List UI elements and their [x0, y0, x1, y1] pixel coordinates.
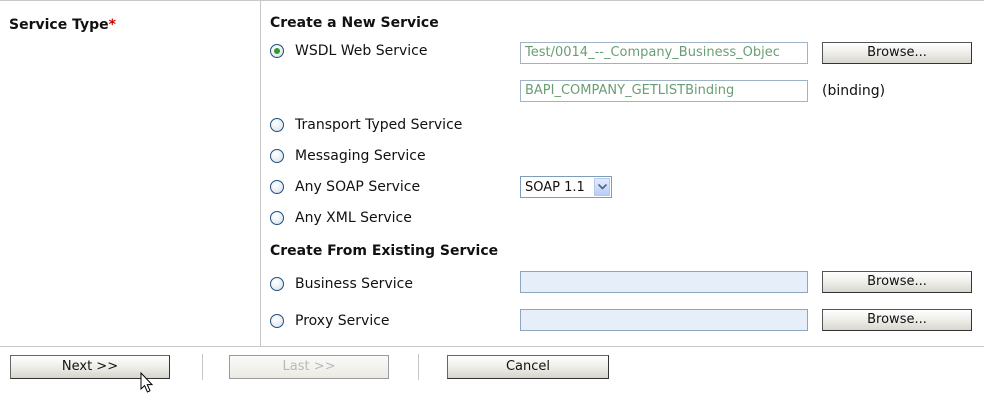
service-type-label: Service Type*: [9, 17, 116, 33]
messaging-service-radio[interactable]: [270, 149, 284, 163]
messaging-service-label: Messaging Service: [295, 148, 426, 164]
last-button[interactable]: Last >>: [229, 355, 389, 379]
proxy-service-field[interactable]: [520, 309, 808, 331]
any-soap-service-radio[interactable]: [270, 180, 284, 194]
wsdl-browse-button[interactable]: Browse...: [822, 42, 972, 64]
proxy-service-browse-button[interactable]: Browse...: [822, 309, 972, 331]
chevron-down-icon[interactable]: [594, 178, 610, 196]
any-xml-service-option[interactable]: Any XML Service: [270, 208, 412, 228]
transport-typed-service-label: Transport Typed Service: [295, 117, 463, 133]
business-service-option[interactable]: Business Service: [270, 274, 413, 294]
proxy-service-radio[interactable]: [270, 314, 284, 328]
wsdl-web-service-label: WSDL Web Service: [295, 43, 428, 59]
any-soap-service-label: Any SOAP Service: [295, 179, 421, 195]
business-service-field[interactable]: [520, 271, 808, 293]
business-service-label: Business Service: [295, 276, 413, 292]
any-soap-service-option[interactable]: Any SOAP Service: [270, 177, 420, 197]
proxy-service-label: Proxy Service: [295, 313, 390, 329]
create-new-service-heading: Create a New Service: [270, 15, 439, 31]
business-service-radio[interactable]: [270, 277, 284, 291]
wsdl-web-service-option[interactable]: WSDL Web Service: [270, 41, 427, 61]
business-service-browse-button[interactable]: Browse...: [822, 271, 972, 293]
transport-typed-service-option[interactable]: Transport Typed Service: [270, 115, 462, 135]
soap-version-value: SOAP 1.1: [525, 179, 585, 195]
wsdl-binding-field[interactable]: BAPI_COMPANY_GETLISTBinding: [520, 80, 808, 102]
binding-suffix-label: (binding): [822, 83, 886, 99]
any-xml-service-label: Any XML Service: [295, 210, 412, 226]
any-xml-service-radio[interactable]: [270, 211, 284, 225]
transport-typed-service-radio[interactable]: [270, 118, 284, 132]
service-type-form: Service Type* Create a New Service WSDL …: [0, 0, 984, 347]
button-separator: [202, 354, 203, 380]
wsdl-web-service-radio[interactable]: [270, 44, 284, 58]
cancel-button[interactable]: Cancel: [447, 355, 609, 379]
button-separator: [418, 354, 419, 380]
soap-version-select[interactable]: SOAP 1.1: [520, 176, 612, 198]
required-marker: *: [108, 17, 116, 33]
create-from-existing-heading: Create From Existing Service: [270, 243, 499, 259]
mouse-pointer-icon: [140, 371, 154, 398]
proxy-service-option[interactable]: Proxy Service: [270, 311, 390, 331]
column-divider: [260, 1, 261, 347]
wsdl-resource-field[interactable]: Test/0014_--_Company_Business_Objec: [520, 42, 808, 64]
messaging-service-option[interactable]: Messaging Service: [270, 146, 426, 166]
